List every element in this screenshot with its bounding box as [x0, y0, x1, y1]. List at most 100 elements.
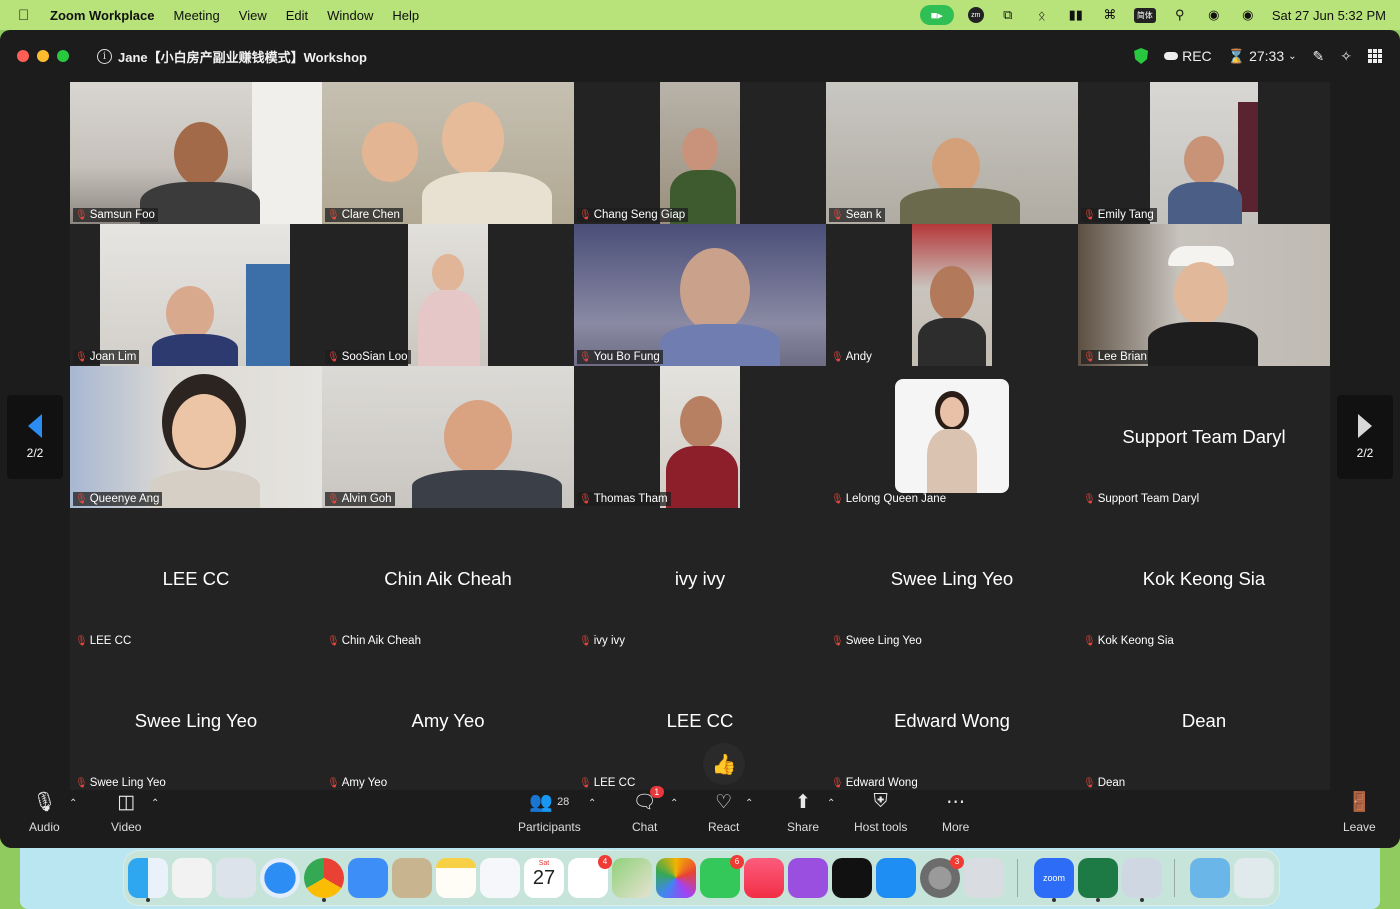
- security-shield-icon[interactable]: [1134, 48, 1149, 64]
- participant-tile[interactable]: Chin Aik Cheah 🎙 Chin Aik Cheah: [322, 508, 574, 650]
- chat-options-chevron-icon[interactable]: ⌃: [670, 798, 678, 809]
- iphone-mirroring-icon[interactable]: [964, 858, 1004, 898]
- participant-tile[interactable]: 🎙 Queenye Ang: [70, 366, 322, 508]
- photos-icon[interactable]: [656, 858, 696, 898]
- zoom-camera-icon[interactable]: ■▸: [919, 5, 954, 25]
- apple-tv-icon[interactable]: [832, 858, 872, 898]
- participant-tile[interactable]: 🎙 You Bo Fung: [574, 224, 826, 366]
- previous-page-button[interactable]: 2/2: [7, 395, 63, 479]
- spotlight-search-icon[interactable]: ⚲: [1170, 7, 1190, 23]
- participant-tile[interactable]: Amy Yeo 🎙 Amy Yeo: [322, 650, 574, 792]
- utility-app-icon[interactable]: [1122, 858, 1162, 898]
- video-button[interactable]: ◫ Video: [111, 790, 141, 835]
- launchpad-icon[interactable]: [172, 858, 212, 898]
- more-button[interactable]: ⋯ More: [942, 790, 969, 835]
- zoom-app-icon[interactable]: zoom: [1034, 858, 1074, 898]
- screen-mirror-icon[interactable]: ⧉: [998, 7, 1018, 23]
- meeting-info-icon[interactable]: i: [97, 48, 112, 64]
- zoom-mini-icon[interactable]: zm: [967, 7, 984, 23]
- participant-tile[interactable]: 🎙 Sean k: [826, 82, 1078, 224]
- share-options-chevron-icon[interactable]: ⌃: [827, 798, 835, 809]
- siri-icon[interactable]: ◉: [1204, 7, 1224, 23]
- ai-companion-sparkle-icon[interactable]: ✧: [1340, 48, 1352, 65]
- participant-tile[interactable]: 🎙 Thomas Tham: [574, 366, 826, 508]
- music-icon[interactable]: [744, 858, 784, 898]
- participant-tile[interactable]: 🎙 SooSian Loo: [322, 224, 574, 366]
- podcasts-icon[interactable]: [788, 858, 828, 898]
- cloud-recording-indicator[interactable]: REC: [1164, 48, 1212, 64]
- calendar-icon[interactable]: Sat 27: [524, 858, 564, 898]
- participant-name-label: 🎙 Dean: [1081, 776, 1128, 790]
- participant-tile[interactable]: 🎙 Lelong Queen Jane: [826, 366, 1078, 508]
- react-label: React: [708, 820, 740, 834]
- bluetooth-icon[interactable]: ᛟ: [1032, 7, 1052, 23]
- app-store-icon[interactable]: [876, 858, 916, 898]
- participant-tile[interactable]: Kok Keong Sia 🎙 Kok Keong Sia: [1078, 508, 1330, 650]
- system-settings-icon[interactable]: 3: [920, 855, 964, 898]
- freeform-icon[interactable]: [480, 858, 520, 898]
- control-center-icon[interactable]: ◉: [1238, 7, 1258, 23]
- excel-icon[interactable]: [1078, 858, 1118, 898]
- participant-tile[interactable]: Swee Ling Yeo 🎙 Swee Ling Yeo: [70, 650, 322, 792]
- participant-tile[interactable]: 🎙 Samsun Foo: [70, 82, 322, 224]
- participant-tile[interactable]: 🎙 Chang Seng Giap: [574, 82, 826, 224]
- host-tools-button[interactable]: ⛨ Host tools: [854, 790, 907, 834]
- video-options-chevron-icon[interactable]: ⌃: [151, 798, 159, 809]
- menu-window[interactable]: Window: [327, 8, 373, 23]
- menu-meeting[interactable]: Meeting: [174, 8, 220, 23]
- close-window-button[interactable]: [17, 50, 29, 62]
- safari-icon[interactable]: [260, 858, 300, 898]
- participant-name: LEE CC: [89, 635, 132, 647]
- participant-tile[interactable]: LEE CC 🎙 LEE CC: [574, 650, 826, 792]
- participant-tile[interactable]: 🎙 Alvin Goh: [322, 366, 574, 508]
- contacts-icon[interactable]: [392, 858, 432, 898]
- downloads-folder-icon[interactable]: [1190, 858, 1230, 898]
- reminders-icon[interactable]: 4: [568, 855, 612, 898]
- menu-view[interactable]: View: [239, 8, 267, 23]
- react-options-chevron-icon[interactable]: ⌃: [745, 798, 753, 809]
- menu-help[interactable]: Help: [392, 8, 419, 23]
- chrome-icon[interactable]: [304, 858, 344, 898]
- participant-tile[interactable]: 🎙 Clare Chen: [322, 82, 574, 224]
- participant-tile[interactable]: ivy ivy 🎙 ivy ivy: [574, 508, 826, 650]
- finder-icon[interactable]: [128, 858, 168, 898]
- audio-options-chevron-icon[interactable]: ⌃: [69, 798, 77, 809]
- fullscreen-window-button[interactable]: [57, 50, 69, 62]
- wifi-icon[interactable]: ⌘: [1100, 7, 1120, 23]
- react-button[interactable]: ♡ React: [708, 790, 740, 835]
- meeting-timer[interactable]: ⌛ 27:33 ⌄: [1228, 48, 1297, 65]
- mail-icon[interactable]: [348, 858, 388, 898]
- view-grid-icon[interactable]: [1368, 49, 1382, 63]
- battery-icon[interactable]: ▮▮: [1066, 7, 1086, 23]
- participant-tile[interactable]: 🎙 Emily Tang: [1078, 82, 1330, 224]
- app-grid-icon[interactable]: [216, 858, 256, 898]
- maps-icon[interactable]: [612, 858, 652, 898]
- input-source-icon[interactable]: 简体: [1133, 7, 1156, 23]
- share-button[interactable]: ⬆ Share: [787, 790, 819, 835]
- participant-tile[interactable]: 🎙 Joan Lim: [70, 224, 322, 366]
- participant-tile[interactable]: Swee Ling Yeo 🎙 Swee Ling Yeo: [826, 508, 1078, 650]
- menu-edit[interactable]: Edit: [286, 8, 308, 23]
- participants-options-chevron-icon[interactable]: ⌃: [588, 798, 596, 809]
- notes-icon[interactable]: [436, 858, 476, 898]
- participant-tile[interactable]: Edward Wong 🎙 Edward Wong: [826, 650, 1078, 792]
- participant-video-detail: [246, 264, 290, 366]
- participant-video-detail: [932, 138, 980, 194]
- leave-button[interactable]: 🚪 Leave: [1343, 790, 1376, 834]
- participant-tile[interactable]: 🎙 Lee Brian: [1078, 224, 1330, 366]
- participant-tile[interactable]: Support Team Daryl 🎙 Support Team Daryl: [1078, 366, 1330, 508]
- audio-button[interactable]: 🎙 Audio: [29, 790, 60, 834]
- trash-icon[interactable]: [1234, 858, 1274, 898]
- annotate-pen-icon[interactable]: ✎: [1313, 48, 1325, 65]
- app-menu[interactable]: Zoom Workplace: [50, 8, 155, 23]
- menubar-clock[interactable]: Sat 27 Jun 5:32 PM: [1272, 8, 1386, 23]
- chat-button[interactable]: 🗨 1 Chat: [632, 786, 664, 834]
- participant-tile[interactable]: Dean 🎙 Dean: [1078, 650, 1330, 792]
- participants-button[interactable]: 👥 28 Participants: [518, 790, 581, 834]
- apple-menu-icon[interactable]: : [18, 7, 36, 24]
- participant-tile[interactable]: LEE CC 🎙 LEE CC: [70, 508, 322, 650]
- participant-tile[interactable]: 🎙 Andy: [826, 224, 1078, 366]
- minimize-window-button[interactable]: [37, 50, 49, 62]
- messages-icon[interactable]: 6: [700, 855, 744, 898]
- next-page-button[interactable]: 2/2: [1337, 395, 1393, 479]
